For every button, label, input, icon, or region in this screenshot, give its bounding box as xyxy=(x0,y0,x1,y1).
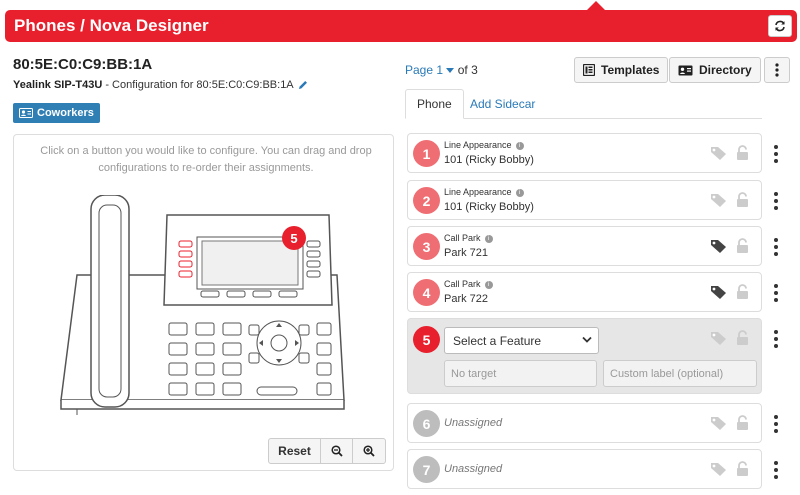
key-row[interactable]: 2 Line Appearance i 101 (Ricky Bobby) xyxy=(407,180,762,220)
row-menu-button[interactable] xyxy=(773,330,779,348)
feature-select[interactable]: Select a Feature xyxy=(444,327,599,354)
chevron-down-icon xyxy=(582,336,592,343)
feature-target: Park 721 xyxy=(444,247,489,259)
key-number-badge: 1 xyxy=(413,140,440,167)
preview-controls: Reset xyxy=(268,438,386,464)
key-number-badge: 6 xyxy=(413,410,440,437)
tag-icon[interactable] xyxy=(710,146,727,161)
row-menu-button[interactable] xyxy=(773,192,779,210)
feature-select-value: Select a Feature xyxy=(453,333,542,348)
templates-icon xyxy=(583,64,595,76)
page-title: Phones / Nova Designer xyxy=(14,16,209,35)
page-selector: Page 1 of 3 xyxy=(405,63,478,77)
unassigned-label: Unassigned xyxy=(444,463,503,475)
refresh-button[interactable] xyxy=(768,15,792,37)
feature-target: Park 722 xyxy=(444,293,489,305)
key-row[interactable]: 1 Line Appearance i 101 (Ricky Bobby) xyxy=(407,133,762,173)
page-dropdown[interactable]: Page 1 xyxy=(405,63,455,77)
tag-icon[interactable] xyxy=(710,416,727,431)
header-notch xyxy=(587,1,605,10)
feature-type-label: Call Park xyxy=(444,279,481,289)
feature-type-label: Line Appearance xyxy=(444,187,512,197)
device-model: Yealink SIP-T43U xyxy=(13,79,103,91)
caret-down-icon xyxy=(446,68,455,73)
unlock-icon[interactable] xyxy=(736,415,749,431)
feature-type: Call Park i xyxy=(444,279,493,289)
selected-key-badge: 5 xyxy=(290,231,297,246)
key-number-badge: 2 xyxy=(413,187,440,214)
ellipsis-vertical-icon xyxy=(775,63,779,77)
phone-drawing: 5 xyxy=(60,194,345,415)
coworkers-button[interactable]: Coworkers xyxy=(13,103,100,123)
tag-icon[interactable] xyxy=(710,239,727,254)
row-menu-button[interactable] xyxy=(773,238,779,256)
row-menu-button[interactable] xyxy=(773,284,779,302)
row-menu-button[interactable] xyxy=(773,415,779,433)
directory-button[interactable]: Directory xyxy=(669,57,761,83)
key-row[interactable]: 3 Call Park i Park 721 xyxy=(407,226,762,266)
unlock-icon[interactable] xyxy=(736,192,749,208)
info-icon[interactable]: i xyxy=(484,234,493,243)
custom-label-input[interactable]: Custom label (optional) xyxy=(603,360,757,387)
templates-button[interactable]: Templates xyxy=(574,57,669,83)
feature-target: 101 (Ricky Bobby) xyxy=(444,154,534,166)
device-mac: 80:5E:C0:C9:BB:1A xyxy=(13,56,153,73)
unlock-icon[interactable] xyxy=(736,461,749,477)
reset-button[interactable]: Reset xyxy=(269,439,321,463)
key-number-badge: 4 xyxy=(413,279,440,306)
phone-illustration: 5 xyxy=(59,194,349,420)
help-text: Click on a button you would like to conf… xyxy=(40,145,372,174)
templates-label: Templates xyxy=(601,63,660,77)
unlock-icon[interactable] xyxy=(736,330,749,346)
feature-type: Line Appearance i xyxy=(444,140,524,150)
pencil-icon[interactable] xyxy=(298,80,308,90)
coworkers-label: Coworkers xyxy=(37,107,94,119)
tab-bar: Phone Add Sidecar xyxy=(405,89,762,119)
tag-icon[interactable] xyxy=(710,462,727,477)
row-menu-button[interactable] xyxy=(773,461,779,479)
tab-add-sidecar[interactable]: Add Sidecar xyxy=(459,89,546,119)
feature-target: 101 (Ricky Bobby) xyxy=(444,201,534,213)
unlock-icon[interactable] xyxy=(736,238,749,254)
zoom-in-icon xyxy=(363,445,375,457)
key-row-editing[interactable]: 5 Select a Feature No target Custom labe… xyxy=(407,318,762,394)
info-icon[interactable]: i xyxy=(515,141,524,150)
tag-icon[interactable] xyxy=(710,285,727,300)
tag-icon[interactable] xyxy=(710,193,727,208)
feature-type-label: Line Appearance xyxy=(444,140,512,150)
config-text: - Configuration for 80:5E:C0:C9:BB:1A xyxy=(102,79,294,91)
unlock-icon[interactable] xyxy=(736,284,749,300)
key-row[interactable]: 4 Call Park i Park 722 xyxy=(407,272,762,312)
key-row-unassigned[interactable]: 6 Unassigned xyxy=(407,403,762,443)
info-icon[interactable]: i xyxy=(515,188,524,197)
header-bar: Phones / Nova Designer xyxy=(5,1,797,42)
refresh-icon xyxy=(775,20,785,32)
more-options-button[interactable] xyxy=(764,57,790,83)
key-number-badge: 5 xyxy=(413,326,440,353)
phone-preview-panel: Click on a button you would like to conf… xyxy=(13,134,394,471)
directory-label: Directory xyxy=(699,63,752,77)
info-icon[interactable]: i xyxy=(484,280,493,289)
zoom-in-button[interactable] xyxy=(353,439,385,463)
zoom-out-button[interactable] xyxy=(321,439,353,463)
key-number-badge: 7 xyxy=(413,456,440,483)
feature-type-label: Call Park xyxy=(444,233,481,243)
key-row-unassigned[interactable]: 7 Unassigned xyxy=(407,449,762,489)
unassigned-label: Unassigned xyxy=(444,417,503,429)
page-label: Page 1 xyxy=(405,63,444,77)
page-of-label: of 3 xyxy=(457,63,478,77)
address-card-icon xyxy=(678,65,693,75)
target-input[interactable]: No target xyxy=(444,360,597,387)
feature-type: Line Appearance i xyxy=(444,187,524,197)
id-card-icon xyxy=(19,108,33,118)
unlock-icon[interactable] xyxy=(736,145,749,161)
feature-type: Call Park i xyxy=(444,233,493,243)
tag-icon[interactable] xyxy=(710,331,727,346)
device-model-line: Yealink SIP-T43U - Configuration for 80:… xyxy=(13,79,308,91)
key-number-badge: 3 xyxy=(413,233,440,260)
row-menu-button[interactable] xyxy=(773,145,779,163)
zoom-out-icon xyxy=(330,445,343,457)
tab-phone[interactable]: Phone xyxy=(405,89,464,119)
